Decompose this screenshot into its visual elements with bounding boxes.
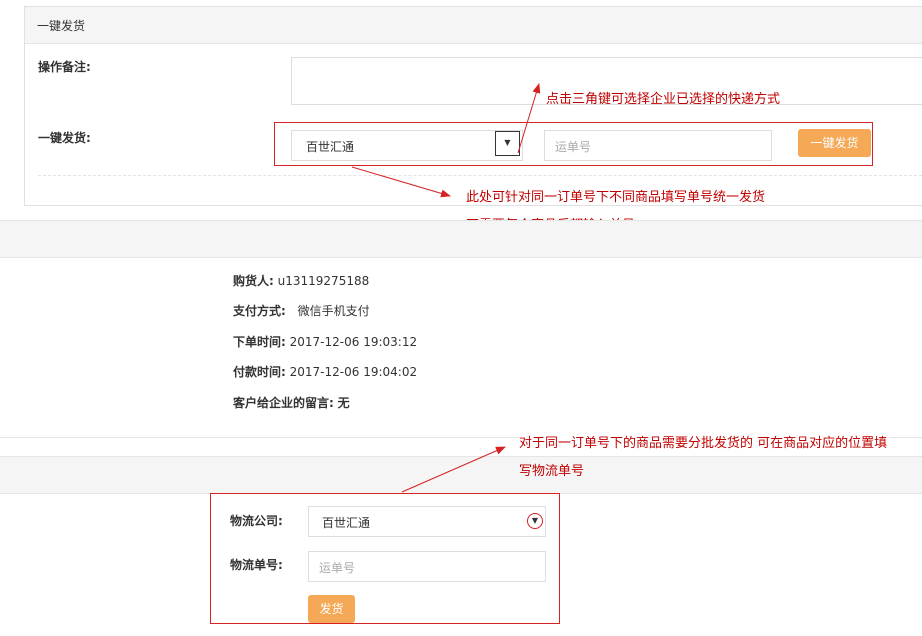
annotation-arrows (351, 83, 541, 493)
arrow-to-batch-note (351, 166, 451, 198)
arrow-to-split-note (401, 446, 506, 493)
arrow-to-dropdown-note (517, 83, 541, 154)
